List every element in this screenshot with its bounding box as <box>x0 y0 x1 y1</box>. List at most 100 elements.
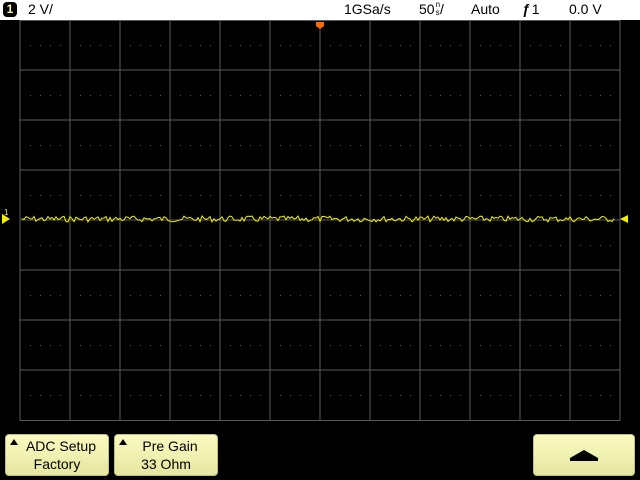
grid-minor-dot <box>340 145 341 146</box>
grid-minor-dot <box>190 95 191 96</box>
grid-minor-dot <box>140 345 141 346</box>
grid-minor-dot <box>180 245 181 246</box>
grid-minor-dot <box>590 195 591 196</box>
trigger-source-value: 1 <box>531 1 540 17</box>
grid-minor-dot <box>340 45 341 46</box>
grid-minor-dot <box>60 295 61 296</box>
grid-minor-dot <box>100 345 101 346</box>
grid-minor-dot <box>210 195 211 196</box>
grid-minor-dot <box>110 45 111 46</box>
grid-minor-dot <box>80 295 81 296</box>
grid-minor-dot <box>490 245 491 246</box>
grid-minor-dot <box>550 195 551 196</box>
grid-minor-dot <box>390 195 391 196</box>
adc-setup-softkey[interactable]: ADC Setup Factory <box>5 434 109 476</box>
grid-minor-dot <box>500 145 501 146</box>
grid-minor-dot <box>180 45 181 46</box>
grid-minor-dot <box>330 145 331 146</box>
grid-minor-dot <box>200 345 201 346</box>
grid-minor-dot <box>60 395 61 396</box>
grid-minor-dot <box>100 145 101 146</box>
grid-minor-dot <box>510 345 511 346</box>
grid-minor-dot <box>560 245 561 246</box>
grid-minor-dot <box>240 95 241 96</box>
grid-minor-dot <box>440 245 441 246</box>
grid-minor-dot <box>450 95 451 96</box>
grid-minor-dot <box>310 95 311 96</box>
grid-minor-dot <box>380 345 381 346</box>
sample-rate: 1GSa/s <box>344 1 391 17</box>
grid-minor-dot <box>540 145 541 146</box>
grid-minor-dot <box>500 195 501 196</box>
grid-minor-dot <box>350 195 351 196</box>
grid-minor-dot <box>490 145 491 146</box>
grid-minor-dot <box>400 45 401 46</box>
grid-minor-dot <box>60 245 61 246</box>
grid-minor-dot <box>600 295 601 296</box>
grid-minor-dot <box>540 95 541 96</box>
grid-minor-dot <box>140 245 141 246</box>
grid-minor-dot <box>130 395 131 396</box>
grid-minor-dot <box>310 145 311 146</box>
grid-minor-dot <box>430 245 431 246</box>
grid-minor-dot <box>560 95 561 96</box>
grid-minor-dot <box>310 345 311 346</box>
grid-minor-dot <box>110 245 111 246</box>
grid-minor-dot <box>360 295 361 296</box>
grid-minor-dot <box>400 395 401 396</box>
grid-minor-dot <box>560 45 561 46</box>
grid-minor-dot <box>440 395 441 396</box>
grid-minor-dot <box>40 145 41 146</box>
grid-minor-dot <box>610 295 611 296</box>
grid-minor-dot <box>190 195 191 196</box>
grid-minor-dot <box>30 195 31 196</box>
adc-setup-label: ADC Setup <box>25 438 97 454</box>
grid-minor-dot <box>400 95 401 96</box>
grid-minor-dot <box>440 95 441 96</box>
grid-minor-dot <box>30 295 31 296</box>
grid-minor-dot <box>340 95 341 96</box>
grid-minor-dot <box>530 145 531 146</box>
grid-minor-dot <box>260 45 261 46</box>
grid-minor-dot <box>300 295 301 296</box>
grid-minor-dot <box>80 95 81 96</box>
grid-minor-dot <box>50 45 51 46</box>
grid-minor-dot <box>540 245 541 246</box>
grid-minor-dot <box>310 295 311 296</box>
grid-minor-dot <box>390 295 391 296</box>
grid-minor-dot <box>580 345 581 346</box>
grid-minor-dot <box>430 195 431 196</box>
grid-minor-dot <box>360 45 361 46</box>
grid-minor-dot <box>30 395 31 396</box>
grid-minor-dot <box>50 95 51 96</box>
grid-minor-dot <box>40 45 41 46</box>
grid-minor-dot <box>550 345 551 346</box>
trigger-mode: Auto <box>471 1 500 17</box>
grid-minor-dot <box>260 145 261 146</box>
grid-minor-dot <box>30 145 31 146</box>
grid-minor-dot <box>50 395 51 396</box>
trigger-level-marker[interactable] <box>620 215 628 223</box>
grid-minor-dot <box>330 95 331 96</box>
grid-minor-dot <box>580 45 581 46</box>
grid-minor-dot <box>130 145 131 146</box>
grid-minor-dot <box>140 145 141 146</box>
grid-minor-dot <box>160 395 161 396</box>
grid-minor-dot <box>110 295 111 296</box>
grid-minor-dot <box>490 345 491 346</box>
grid-minor-dot <box>460 145 461 146</box>
grid-minor-dot <box>300 95 301 96</box>
pre-gain-softkey[interactable]: Pre Gain 33 Ohm <box>114 434 218 476</box>
grid-minor-dot <box>40 345 41 346</box>
menu-up-softkey[interactable] <box>533 434 635 476</box>
grid-minor-dot <box>210 345 211 346</box>
grid-minor-dot <box>360 95 361 96</box>
grid-minor-dot <box>410 395 411 396</box>
grid-minor-dot <box>360 195 361 196</box>
grid-minor-dot <box>440 195 441 196</box>
grid-minor-dot <box>190 345 191 346</box>
grid-minor-dot <box>290 345 291 346</box>
grid-minor-dot <box>150 45 151 46</box>
grid-minor-dot <box>150 395 151 396</box>
grid-minor-dot <box>250 345 251 346</box>
